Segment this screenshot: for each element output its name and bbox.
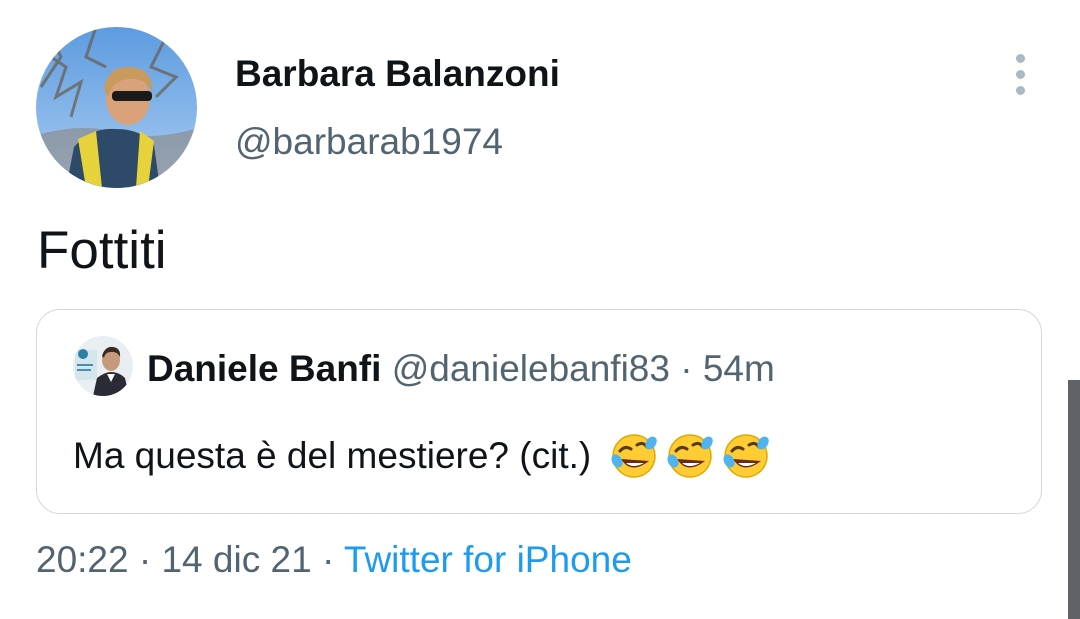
tweet-date[interactable]: 14 dic 21 — [161, 539, 311, 580]
separator: · — [680, 348, 693, 389]
tweet-time[interactable]: 20:22 — [36, 539, 129, 580]
more-dot-icon — [1015, 85, 1025, 95]
author-handle[interactable]: @barbarab1974 — [235, 121, 503, 163]
author-avatar[interactable] — [36, 27, 197, 188]
scrollbar-thumb[interactable] — [1068, 380, 1080, 619]
quoted-author-handle[interactable]: @danielebanfi83 — [392, 348, 670, 389]
emoji-group — [609, 431, 771, 481]
more-dot-icon — [1015, 69, 1025, 79]
tweet-metadata: 20:22 · 14 dic 21 · Twitter for iPhone — [36, 539, 632, 581]
quoted-tweet-text-row: Ma questa è del mestiere? (cit.) — [73, 431, 771, 481]
author-name[interactable]: Barbara Balanzoni — [235, 53, 560, 95]
separator: · — [321, 539, 335, 580]
tweet-source-link[interactable]: Twitter for iPhone — [344, 539, 632, 580]
tweet-text: Fottiti — [37, 221, 167, 280]
separator: · — [138, 539, 152, 580]
more-dot-icon — [1015, 53, 1025, 63]
quoted-tweet-header: Daniele Banfi @danielebanfi83 · 54m — [147, 348, 775, 390]
more-options-button[interactable] — [1000, 52, 1040, 96]
rolling-on-floor-laughing-emoji-icon — [667, 434, 713, 478]
rolling-on-floor-laughing-emoji-icon — [611, 434, 657, 478]
quoted-author-avatar[interactable] — [73, 336, 133, 396]
quoted-tweet-age: 54m — [702, 348, 775, 389]
quoted-tweet-text: Ma questa è del mestiere? (cit.) — [73, 435, 592, 476]
quoted-tweet-card[interactable]: Daniele Banfi @danielebanfi83 · 54m Ma q… — [36, 309, 1042, 514]
quoted-author-name[interactable]: Daniele Banfi — [147, 348, 381, 389]
rolling-on-floor-laughing-emoji-icon — [723, 434, 769, 478]
tweet-detail: Barbara Balanzoni @barbarab1974 Fottiti … — [0, 0, 1080, 619]
